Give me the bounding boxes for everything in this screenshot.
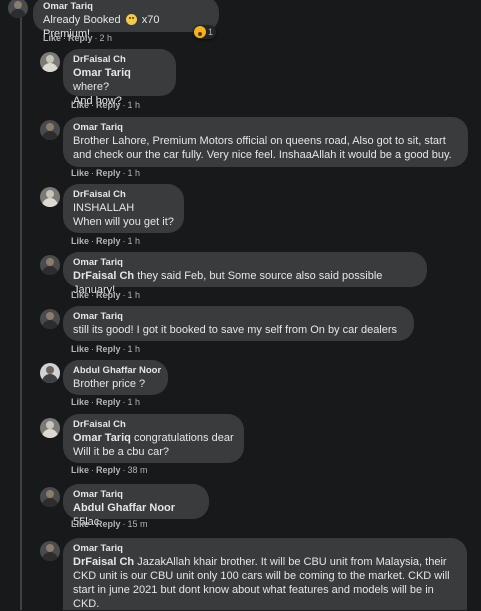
comment-bubble: Omar Tariq Brother Lahore, Premium Motor… — [63, 117, 468, 167]
comment-bubble: Omar Tariq DrFaisal Ch they said Feb, bu… — [63, 252, 427, 296]
comment-text: When will you get it? — [73, 216, 174, 228]
avatar[interactable] — [40, 120, 60, 140]
avatar[interactable] — [40, 255, 60, 275]
comment-actions: Like · Reply · 2 h — [43, 33, 113, 43]
comment-text: Brother price ? — [73, 378, 146, 390]
comment-author[interactable]: Omar Tariq — [73, 489, 199, 501]
comment-author[interactable]: DrFaisal Ch — [73, 54, 166, 66]
avatar[interactable] — [40, 418, 60, 438]
comment-text: INSHALLAH — [73, 202, 135, 214]
like-button[interactable]: Like — [71, 236, 89, 246]
like-button[interactable]: Like — [43, 33, 61, 43]
avatar[interactable] — [40, 541, 60, 561]
comment-author[interactable]: Omar Tariq — [43, 1, 209, 13]
comment-text: Brother Lahore, Premium Motors official … — [73, 135, 452, 161]
comment-time[interactable]: 1 h — [128, 397, 141, 407]
avatar[interactable] — [40, 363, 60, 383]
mention-link[interactable]: Omar Tariq — [73, 67, 131, 79]
comment-author[interactable]: Omar Tariq — [73, 122, 458, 134]
comment-bubble: Abdul Ghaffar Noor Brother price ? — [63, 360, 168, 395]
comment-bubble: DrFaisal Ch INSHALLAH When will you get … — [63, 184, 184, 233]
wow-reaction-icon — [194, 26, 206, 38]
reply-button[interactable]: Reply — [96, 344, 121, 354]
reply-button[interactable]: Reply — [96, 290, 121, 300]
comment-actions: Like · Reply · 1 h — [71, 344, 141, 354]
reaction-count: 1 — [208, 27, 214, 37]
comment-time[interactable]: 1 h — [128, 100, 141, 110]
like-button[interactable]: Like — [71, 344, 89, 354]
comment-time[interactable]: 15 m — [128, 519, 148, 529]
comment-time[interactable]: 1 h — [128, 344, 141, 354]
comment-actions: Like · Reply · 1 h — [71, 100, 141, 110]
like-button[interactable]: Like — [71, 397, 89, 407]
comment-time[interactable]: 2 h — [100, 33, 113, 43]
reply-button[interactable]: Reply — [96, 100, 121, 110]
comment-author[interactable]: Omar Tariq — [73, 257, 417, 269]
comment-actions: Like · Reply · 1 h — [71, 397, 141, 407]
like-button[interactable]: Like — [71, 100, 89, 110]
comment-bubble: DrFaisal Ch Omar Tariq congratulations d… — [63, 414, 244, 463]
comment-actions: Like · Reply · 15 m — [71, 519, 148, 529]
avatar[interactable] — [8, 0, 28, 18]
comment-text: Omar Tariq congratulations dear — [73, 432, 234, 444]
comment-author[interactable]: Omar Tariq — [73, 543, 457, 555]
mention-link[interactable]: DrFaisal Ch — [73, 270, 134, 282]
comment-bubble: Omar Tariq Already Booked x70 Premium! — [33, 0, 219, 40]
reply-button[interactable]: Reply — [68, 33, 93, 43]
comment-time[interactable]: 1 h — [128, 290, 141, 300]
like-button[interactable]: Like — [71, 465, 89, 475]
comment-author[interactable]: Omar Tariq — [73, 311, 404, 323]
comment-time[interactable]: 1 h — [128, 236, 141, 246]
comment-time[interactable]: 1 h — [128, 168, 141, 178]
comment-author[interactable]: DrFaisal Ch — [73, 419, 234, 431]
avatar[interactable] — [40, 487, 60, 507]
reaction-badge[interactable]: 1 — [193, 25, 217, 39]
comment-text: Will it be a cbu car? — [73, 446, 169, 458]
comment-actions: Like · Reply · 1 h — [71, 290, 141, 300]
reply-button[interactable]: Reply — [96, 168, 121, 178]
comment-author[interactable]: Abdul Ghaffar Noor — [73, 365, 161, 377]
mention-link[interactable]: Omar Tariq — [73, 432, 131, 444]
comment-actions: Like · Reply · 38 m — [71, 465, 148, 475]
reply-button[interactable]: Reply — [96, 397, 121, 407]
mention-link[interactable]: Abdul Ghaffar Noor — [73, 502, 175, 514]
like-button[interactable]: Like — [71, 290, 89, 300]
thread-line — [20, 16, 22, 610]
comment-text: DrFaisal Ch JazakAllah khair brother. It… — [73, 556, 450, 610]
reply-button[interactable]: Reply — [96, 519, 121, 529]
comment-author[interactable]: DrFaisal Ch — [73, 189, 174, 201]
comment-text: Omar Tariq where? — [73, 67, 131, 93]
comment-time[interactable]: 38 m — [128, 465, 148, 475]
comment-bubble: Omar Tariq DrFaisal Ch JazakAllah khair … — [63, 538, 467, 610]
smiling-face-icon — [125, 14, 137, 25]
comment-bubble: DrFaisal Ch Omar Tariq where? And how? — [63, 49, 176, 107]
mention-link[interactable]: DrFaisal Ch — [73, 556, 134, 568]
avatar[interactable] — [40, 187, 60, 207]
comment-bubble: Omar Tariq Abdul Ghaffar Noor 55lac — [63, 484, 209, 528]
like-button[interactable]: Like — [71, 168, 89, 178]
comment-actions: Like · Reply · 1 h — [71, 168, 141, 178]
avatar[interactable] — [40, 309, 60, 329]
comment-text: still its good! I got it booked to save … — [73, 324, 398, 336]
avatar[interactable] — [40, 52, 60, 72]
comment-bubble: Omar Tariq still its good! I got it book… — [63, 306, 414, 341]
like-button[interactable]: Like — [71, 519, 89, 529]
comment-actions: Like · Reply · 1 h — [71, 236, 141, 246]
reply-button[interactable]: Reply — [96, 465, 121, 475]
reply-button[interactable]: Reply — [96, 236, 121, 246]
